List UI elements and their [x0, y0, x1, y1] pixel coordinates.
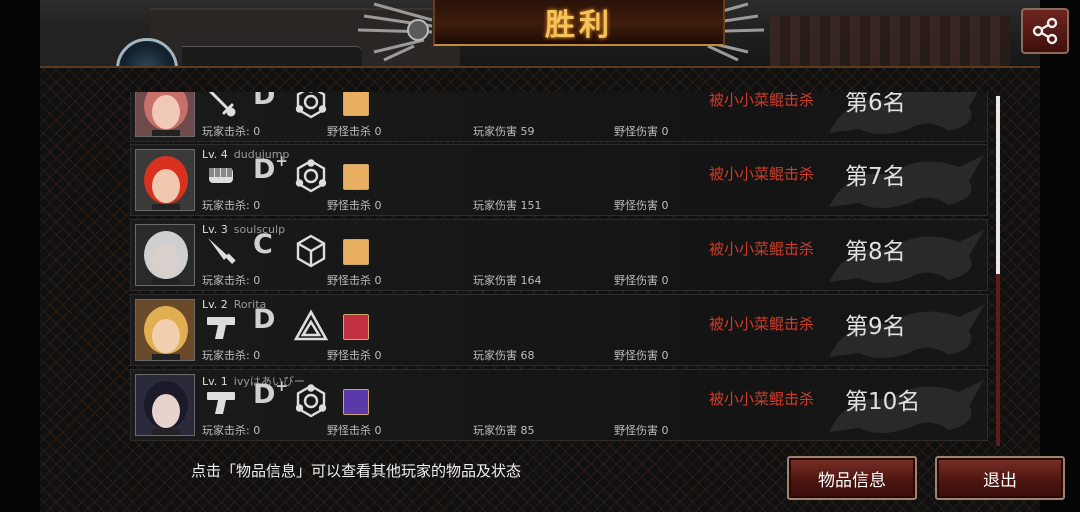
sword-weapon-icon [208, 92, 236, 117]
hex-cycle-class-icon [295, 92, 327, 119]
item-info-button[interactable]: 物品信息 [787, 456, 917, 500]
grade-label: D [253, 92, 275, 109]
player-kills: 玩家击杀: 0 [202, 349, 261, 362]
rank-text: 第7名 [845, 164, 906, 190]
player-damage: 玩家伤害 164 [473, 274, 542, 287]
equipped-item-icon[interactable] [343, 389, 369, 415]
monster-kills: 野怪击杀 0 [327, 349, 382, 362]
player-damage: 玩家伤害 151 [473, 199, 542, 212]
monster-damage: 野怪伤害 0 [614, 274, 669, 287]
monster-damage: 野怪伤害 0 [614, 125, 669, 138]
player-damage: 玩家伤害 68 [473, 349, 535, 362]
cube-class-icon [296, 234, 326, 268]
grade-plus: + [275, 152, 288, 170]
player-result-row[interactable]: Lv. 1 ivyはあいびー D+ 玩家击杀: 0 野怪击杀 0 玩家伤害 85 … [130, 369, 988, 441]
player-portrait [135, 374, 195, 436]
page-title: 胜利 [545, 8, 613, 43]
player-portrait [135, 149, 195, 211]
grade-plus: + [275, 377, 288, 395]
player-damage: 玩家伤害 85 [473, 424, 535, 437]
grade-letter: D [253, 154, 276, 185]
player-result-row[interactable]: Lv. 3 soulsculp C 玩家击杀: 0 野怪击杀 0 玩家伤害 164… [130, 219, 988, 291]
player-portrait [135, 224, 195, 286]
hint-text: 点击「物品信息」可以查看其他玩家的物品及状态 [191, 462, 522, 480]
player-portrait [135, 92, 195, 137]
killed-by-text: 被小小菜鲲击杀 [709, 390, 815, 408]
monster-damage: 野怪伤害 0 [614, 349, 669, 362]
knife-weapon-icon [208, 238, 236, 264]
pistol-weapon-icon [207, 392, 235, 414]
equipped-item-icon[interactable] [343, 239, 369, 265]
equipped-item-icon[interactable] [343, 314, 369, 340]
player-result-row[interactable]: Lv. 2 Rorita D 玩家击杀: 0 野怪击杀 0 玩家伤害 68 野怪伤… [130, 294, 988, 366]
killed-by-text: 被小小菜鲲击杀 [709, 315, 815, 333]
hex-cycle-class-icon [295, 384, 327, 418]
rank-text: 第10名 [845, 389, 921, 415]
monster-kills: 野怪击杀 0 [327, 199, 382, 212]
right-border [1040, 0, 1080, 512]
player-kills: 玩家击杀: 0 [202, 274, 261, 287]
rank-text: 第9名 [845, 314, 906, 340]
grade-label: C [253, 231, 273, 258]
monster-kills: 野怪击杀 0 [327, 125, 382, 138]
rank-text: 第6名 [845, 92, 906, 116]
monster-damage: 野怪伤害 0 [614, 199, 669, 212]
victory-banner: 胜利 [433, 0, 725, 46]
player-damage: 玩家伤害 59 [473, 125, 535, 138]
exit-button[interactable]: 退出 [935, 456, 1065, 500]
grade-letter: D [253, 304, 276, 335]
player-kills: 玩家击杀: 0 [202, 199, 261, 212]
left-wing-ornament [357, 2, 433, 62]
grade-letter: D [253, 379, 276, 410]
grade-label: D [253, 306, 275, 333]
grade-label: D+ [253, 154, 288, 185]
share-icon [1032, 17, 1058, 45]
fist-weapon-icon [209, 168, 233, 183]
player-kills: 玩家击杀: 0 [202, 125, 261, 138]
killed-by-text: 被小小菜鲲击杀 [709, 240, 815, 258]
killed-by-text: 被小小菜鲲击杀 [709, 165, 815, 183]
player-result-row[interactable]: Lv. 4 dudujump D+ 玩家击杀: 0 野怪击杀 0 玩家伤害 151… [130, 144, 988, 216]
equipped-item-icon[interactable] [343, 92, 369, 116]
results-panel: D 玩家击杀: 0 野怪击杀 0 玩家伤害 59 野怪伤害 0 被小小菜鲲击杀 … [40, 66, 1065, 512]
scrollbar-thumb[interactable] [996, 96, 1000, 274]
monster-kills: 野怪击杀 0 [327, 424, 382, 437]
monster-kills: 野怪击杀 0 [327, 274, 382, 287]
monster-damage: 野怪伤害 0 [614, 424, 669, 437]
player-result-row[interactable]: D 玩家击杀: 0 野怪击杀 0 玩家伤害 59 野怪伤害 0 被小小菜鲲击杀 … [130, 92, 988, 142]
share-button[interactable] [1021, 8, 1069, 54]
grade-letter: C [253, 229, 273, 260]
grade-label: D+ [253, 379, 288, 410]
equipped-item-icon[interactable] [343, 164, 369, 190]
player-result-list[interactable]: D 玩家击杀: 0 野怪击杀 0 玩家伤害 59 野怪伤害 0 被小小菜鲲击杀 … [130, 92, 988, 444]
rank-text: 第8名 [845, 239, 906, 265]
grade-letter: D [253, 92, 276, 111]
pistol-weapon-icon [207, 317, 235, 339]
player-portrait [135, 299, 195, 361]
left-border [0, 0, 40, 512]
killed-by-text: 被小小菜鲲击杀 [709, 92, 815, 109]
triangle-class-icon [293, 309, 329, 341]
hex-cycle-class-icon [295, 159, 327, 193]
player-kills: 玩家击杀: 0 [202, 424, 261, 437]
